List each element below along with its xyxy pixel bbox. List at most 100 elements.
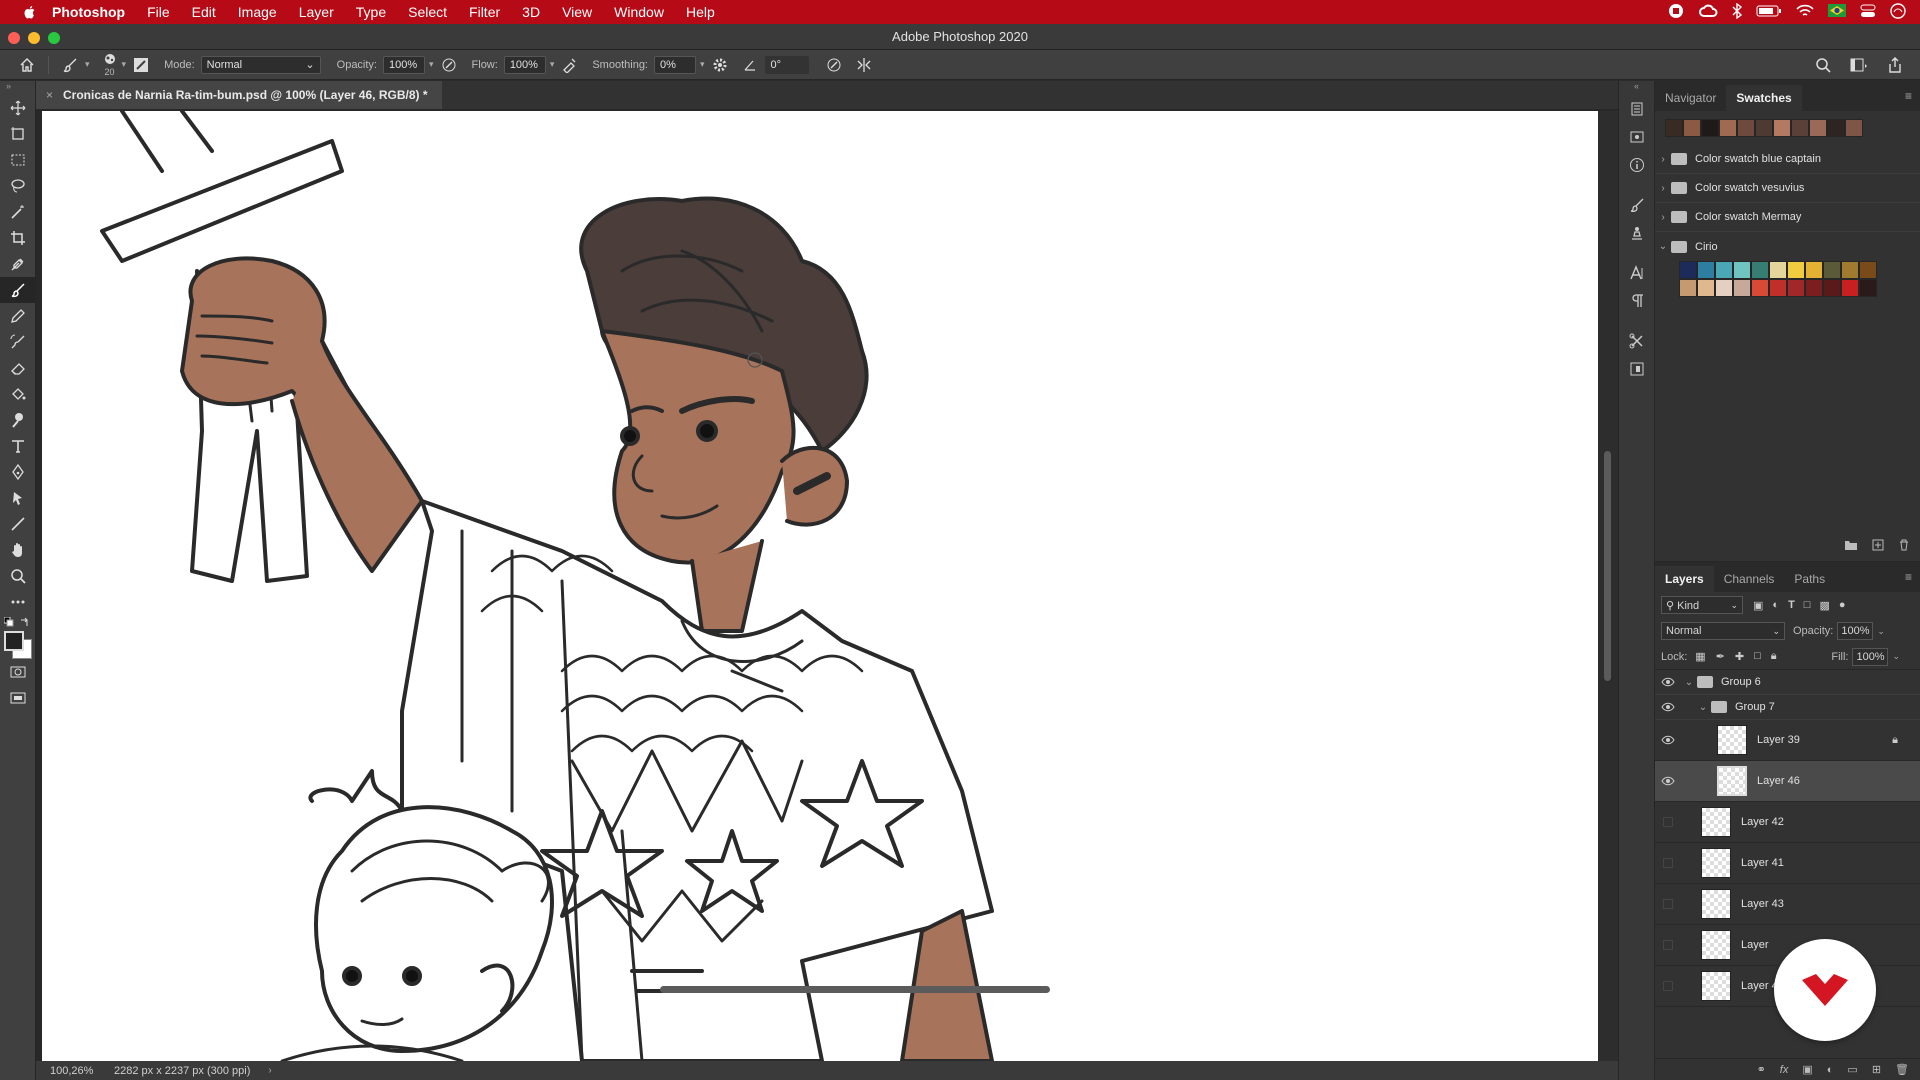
menu-photoshop[interactable]: Photoshop <box>52 4 125 20</box>
wifi-icon[interactable] <box>1796 4 1814 21</box>
apple-logo-icon[interactable] <box>22 4 38 20</box>
search-icon[interactable] <box>1812 54 1834 76</box>
color-swatch[interactable] <box>1737 119 1755 137</box>
brush-preset-icon[interactable] <box>59 54 81 76</box>
fill-input[interactable]: 100% <box>1852 647 1889 666</box>
layer-opacity-input[interactable]: 100% <box>1837 622 1874 640</box>
visibility-toggle-empty[interactable] <box>1655 940 1681 950</box>
color-swatch[interactable] <box>1715 261 1733 279</box>
visibility-toggle-empty[interactable] <box>1655 858 1681 868</box>
swap-colors-icon[interactable] <box>20 617 30 627</box>
color-swatch[interactable] <box>1823 261 1841 279</box>
visibility-eye-icon[interactable] <box>1655 776 1681 786</box>
adjustments-panel-icon[interactable] <box>1619 355 1655 383</box>
color-swatch[interactable] <box>1827 119 1845 137</box>
color-swatch[interactable] <box>1755 119 1773 137</box>
foreground-color-swatch[interactable] <box>4 631 24 651</box>
bluetooth-icon[interactable] <box>1732 2 1743 22</box>
visibility-toggle-empty[interactable] <box>1655 899 1681 909</box>
chevron-down-icon[interactable]: ⌄ <box>1877 626 1885 637</box>
eraser-tool-icon[interactable] <box>0 355 36 381</box>
quick-mask-icon[interactable] <box>0 659 36 685</box>
new-group-icon[interactable]: ▭ <box>1847 1063 1857 1076</box>
line-tool-icon[interactable] <box>0 511 36 537</box>
adjustment-layer-icon[interactable]: ◐ <box>1827 1064 1834 1076</box>
chevron-right-icon[interactable]: › <box>1655 183 1671 194</box>
lock-transparent-pixels-icon[interactable]: ▦ <box>1695 650 1705 663</box>
smoothing-input[interactable]: 0% <box>654 55 696 74</box>
magic-wand-tool-icon[interactable] <box>0 199 36 225</box>
color-swatch[interactable] <box>1733 279 1751 297</box>
color-swatch[interactable] <box>1859 261 1877 279</box>
lock-image-pixels-icon[interactable]: ✒ <box>1716 650 1725 663</box>
color-swatch[interactable] <box>1697 279 1715 297</box>
vertical-scrollbar[interactable] <box>1598 111 1618 1061</box>
blend-mode-select[interactable]: Normal ⌄ <box>1661 622 1785 640</box>
collapse-panels-icon[interactable]: « <box>1619 81 1654 95</box>
trash-icon[interactable] <box>1898 539 1910 551</box>
default-colors-icon[interactable] <box>4 617 14 627</box>
color-swatch[interactable] <box>1809 119 1827 137</box>
chevron-down-icon[interactable]: ▾ <box>122 59 127 70</box>
color-swatch[interactable] <box>1787 279 1805 297</box>
color-swatch[interactable] <box>1665 119 1683 137</box>
path-selection-tool-icon[interactable] <box>0 485 36 511</box>
history-brush-tool-icon[interactable] <box>0 329 36 355</box>
lock-all-icon[interactable]: 🔒︎ <box>1771 650 1777 663</box>
tab-layers[interactable]: Layers <box>1655 566 1714 592</box>
brush-tool-icon[interactable] <box>0 277 36 303</box>
battery-icon[interactable] <box>1756 4 1782 20</box>
filter-toggle-icon[interactable]: ● <box>1839 599 1846 612</box>
panel-menu-icon[interactable]: ≡ <box>1905 570 1912 584</box>
clone-source-panel-icon[interactable] <box>1619 219 1655 247</box>
new-layer-icon[interactable]: ⊞ <box>1872 1063 1881 1076</box>
tool-presets-panel-icon[interactable] <box>1619 327 1655 355</box>
swatch-group-row[interactable]: › Color swatch blue captain <box>1655 145 1920 174</box>
chevron-down-icon[interactable]: ⌄ <box>1695 702 1711 713</box>
visibility-eye-icon[interactable] <box>1655 702 1681 712</box>
trash-icon[interactable]: 🗑︎ <box>1895 1063 1909 1076</box>
new-swatch-icon[interactable] <box>1872 539 1884 551</box>
collapse-toolbar-icon[interactable]: » <box>0 81 35 95</box>
character-panel-icon[interactable] <box>1619 259 1655 287</box>
vertical-scroll-thumb[interactable] <box>1604 451 1611 681</box>
pressure-opacity-icon[interactable] <box>438 54 460 76</box>
menu-view[interactable]: View <box>562 4 592 20</box>
record-icon[interactable] <box>1668 3 1684 22</box>
color-swatch[interactable] <box>1805 261 1823 279</box>
color-swatch[interactable] <box>1697 261 1715 279</box>
lock-artboard-icon[interactable]: □ <box>1754 650 1761 663</box>
siri-icon[interactable] <box>1890 2 1906 22</box>
paragraph-panel-icon[interactable] <box>1619 287 1655 315</box>
chevron-right-icon[interactable]: › <box>1655 212 1671 223</box>
menu-layer[interactable]: Layer <box>299 4 334 20</box>
color-swatch[interactable] <box>1769 279 1787 297</box>
zoom-level[interactable]: 100,26% <box>50 1065 106 1077</box>
color-swatch[interactable] <box>1769 261 1787 279</box>
color-swatch[interactable] <box>1683 119 1701 137</box>
swatch-group-row[interactable]: ⌄ Cirio <box>1655 232 1920 261</box>
creative-cloud-icon[interactable] <box>1698 4 1718 21</box>
swatch-group-row[interactable]: › Color swatch Mermay <box>1655 203 1920 232</box>
color-swatch[interactable] <box>1773 119 1791 137</box>
chevron-right-icon[interactable]: › <box>1655 154 1671 165</box>
color-swatch[interactable] <box>1679 279 1697 297</box>
home-icon[interactable] <box>16 54 38 76</box>
visibility-toggle-empty[interactable] <box>1655 981 1681 991</box>
more-tools-icon[interactable] <box>0 589 36 615</box>
screen-mode-icon[interactable] <box>0 685 36 711</box>
layer-row[interactable]: Layer 42 <box>1655 802 1920 843</box>
chevron-down-icon[interactable]: ▾ <box>85 59 90 70</box>
share-icon[interactable] <box>1884 54 1906 76</box>
link-layers-icon[interactable]: ⚭ <box>1757 1063 1766 1076</box>
add-mask-icon[interactable]: ▣ <box>1802 1063 1812 1076</box>
horizontal-scroll-thumb[interactable] <box>660 986 1050 993</box>
tab-channels[interactable]: Channels <box>1714 566 1785 592</box>
color-swatch[interactable] <box>1791 119 1809 137</box>
panel-menu-icon[interactable]: ≡ <box>1905 89 1912 103</box>
color-swatch[interactable] <box>1701 119 1719 137</box>
new-group-folder-icon[interactable] <box>1844 539 1858 551</box>
color-swatch[interactable] <box>1733 261 1751 279</box>
chevron-down-icon[interactable]: ⌄ <box>1681 677 1697 688</box>
color-swatch[interactable] <box>1719 119 1737 137</box>
